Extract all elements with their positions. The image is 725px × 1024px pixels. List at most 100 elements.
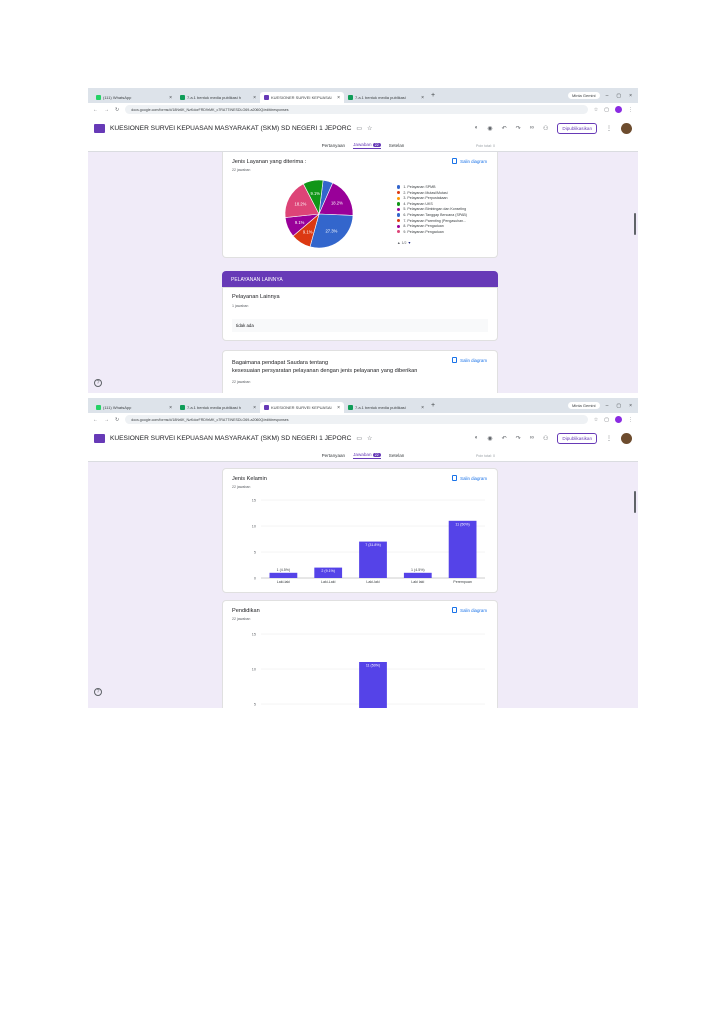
close-icon[interactable]: × [169,405,172,411]
redo-icon[interactable]: ↷ [516,125,521,132]
avatar[interactable] [621,122,632,134]
new-tab-icon[interactable]: + [431,402,435,409]
palette-icon[interactable]: ◐ [475,125,479,131]
close-icon[interactable]: × [337,405,340,411]
forward-icon[interactable]: → [104,417,109,423]
browser-tab-active[interactable]: KUESIONER SURVEI KEPUASAI × [260,92,344,103]
forward-icon[interactable]: → [104,107,109,113]
browser-tab[interactable]: (111) WhatsApp × [92,402,176,413]
browser-tab[interactable]: 7.a.1 bentuk media publikasi h × [176,402,260,413]
form-title[interactable]: KUESIONER SURVEI KEPUASAN MASYARAKAT (SK… [110,125,351,132]
more-options-icon[interactable]: ⋮ [606,125,612,132]
address-bar: ← → ↻ docs.google.com/forms/d/18Nr6K_NzK… [88,413,638,426]
legend-swatch [397,224,401,228]
preview-eye-icon[interactable]: ◉ [487,435,492,442]
tab-settings[interactable]: Setelan [389,453,405,458]
form-header: KUESIONER SURVEI KEPUASAN MASYARAKAT (SK… [88,426,638,450]
publish-button[interactable]: Dipublikasikan [557,122,597,134]
close-icon[interactable]: × [169,95,172,101]
form-title[interactable]: KUESIONER SURVEI KEPUASAN MASYARAKAT (SK… [110,435,351,442]
menu-kebab-icon[interactable]: ⋮ [628,107,633,113]
tab-settings[interactable]: Setelan [389,143,405,148]
y-tick-label: 5 [254,702,256,706]
gemini-button[interactable]: Minta Gemini [568,92,600,99]
responses-badge: 22 [372,453,381,457]
reload-icon[interactable]: ↻ [115,417,119,423]
folder-icon[interactable]: ▭ [356,435,362,442]
new-tab-icon[interactable]: + [431,92,435,99]
response-count: 22 jawaban [232,168,251,172]
avatar[interactable] [621,432,632,444]
forms-logo-icon[interactable] [94,123,105,133]
legend-item: 9. Pelayanan Pengaduan [397,230,467,236]
close-icon[interactable]: × [337,95,340,101]
close-icon[interactable]: × [421,95,424,101]
add-collaborator-icon[interactable]: ⚇ [543,125,548,132]
browser-tab[interactable]: 7.a.1 bentuk media publikasi × [344,92,428,103]
redo-icon[interactable]: ↷ [516,435,521,442]
add-collaborator-icon[interactable]: ⚇ [543,435,548,442]
copy-chart-button[interactable]: Salin diagram [452,357,487,363]
maximize-icon[interactable]: ▢ [616,403,621,409]
forms-logo-icon[interactable] [94,433,105,443]
legend-pager[interactable]: ▲ 1/2 ▼ [397,241,411,245]
preview-eye-icon[interactable]: ◉ [487,125,492,132]
close-window-icon[interactable]: × [629,93,632,99]
help-icon[interactable]: ? [94,379,102,387]
answer-text: tidak ada [232,319,488,332]
publish-button[interactable]: Dipublikasikan [557,432,597,444]
url-field[interactable]: docs.google.com/forms/d/18Nr6K_NzKdorFRD… [125,415,588,424]
tab-responses[interactable]: Jawaban 22 [353,142,381,149]
maximize-icon[interactable]: ▢ [616,93,621,99]
star-icon[interactable]: ☆ [367,435,372,442]
copy-chart-button[interactable]: Salin diagram [452,607,487,613]
copy-chart-button[interactable]: Salin diagram [452,158,487,164]
browser-tab[interactable]: 7.a.1 bentuk media publikasi h × [176,92,260,103]
bookmark-star-icon[interactable]: ☆ [594,417,598,423]
help-icon[interactable]: ? [94,688,102,696]
menu-kebab-icon[interactable]: ⋮ [628,417,633,423]
close-icon[interactable]: × [421,405,424,411]
legend-swatch [397,207,401,212]
close-window-icon[interactable]: × [629,403,632,409]
profile-avatar[interactable] [615,416,622,423]
legend-label: 4. Pelayanan UKS [403,201,433,206]
undo-icon[interactable]: ↶ [502,125,507,132]
extensions-icon[interactable]: ▢ [604,417,609,423]
scrollbar[interactable] [634,491,636,513]
close-icon[interactable]: × [253,405,256,411]
y-tick-label: 5 [254,550,256,554]
gemini-button[interactable]: Minta Gemini [568,402,600,409]
legend-swatch [397,202,401,206]
back-icon[interactable]: ← [93,107,98,113]
palette-icon[interactable]: ◐ [475,435,479,441]
legend-label: 6. Pelayanan Tanggap Bencana (SPAB) [403,212,467,217]
extensions-icon[interactable]: ▢ [604,107,609,113]
bookmark-star-icon[interactable]: ☆ [594,107,598,113]
star-icon[interactable]: ☆ [367,125,372,132]
copy-chart-button[interactable]: Salin diagram [452,475,487,481]
reload-icon[interactable]: ↻ [115,107,119,113]
x-tick-label: Laki-laki [366,580,379,584]
tab-questions[interactable]: Pertanyaan [322,453,346,458]
link-icon[interactable]: ∞ [530,125,534,131]
forms-icon [264,95,269,100]
more-options-icon[interactable]: ⋮ [606,435,612,442]
tab-questions[interactable]: Pertanyaan [322,143,346,148]
browser-tab[interactable]: 7.a.1 bentuk media publikasi × [344,402,428,413]
scrollbar[interactable] [634,213,636,235]
undo-icon[interactable]: ↶ [502,435,507,442]
tab-responses[interactable]: Jawaban 22 [353,452,381,459]
minimize-icon[interactable]: – [606,93,609,99]
screenshot-top: (111) WhatsApp × 7.a.1 bentuk media publi… [88,88,638,393]
link-icon[interactable]: ∞ [530,435,534,441]
drive-icon [348,405,353,410]
back-icon[interactable]: ← [93,417,98,423]
close-icon[interactable]: × [253,95,256,101]
profile-avatar[interactable] [615,106,622,113]
browser-tab[interactable]: (111) WhatsApp × [92,92,176,103]
folder-icon[interactable]: ▭ [356,125,362,132]
minimize-icon[interactable]: – [606,403,609,409]
browser-tab-active[interactable]: KUESIONER SURVEI KEPUASAI × [260,402,344,413]
url-field[interactable]: docs.google.com/forms/d/18Nr6K_NzKdorFRD… [125,105,588,114]
